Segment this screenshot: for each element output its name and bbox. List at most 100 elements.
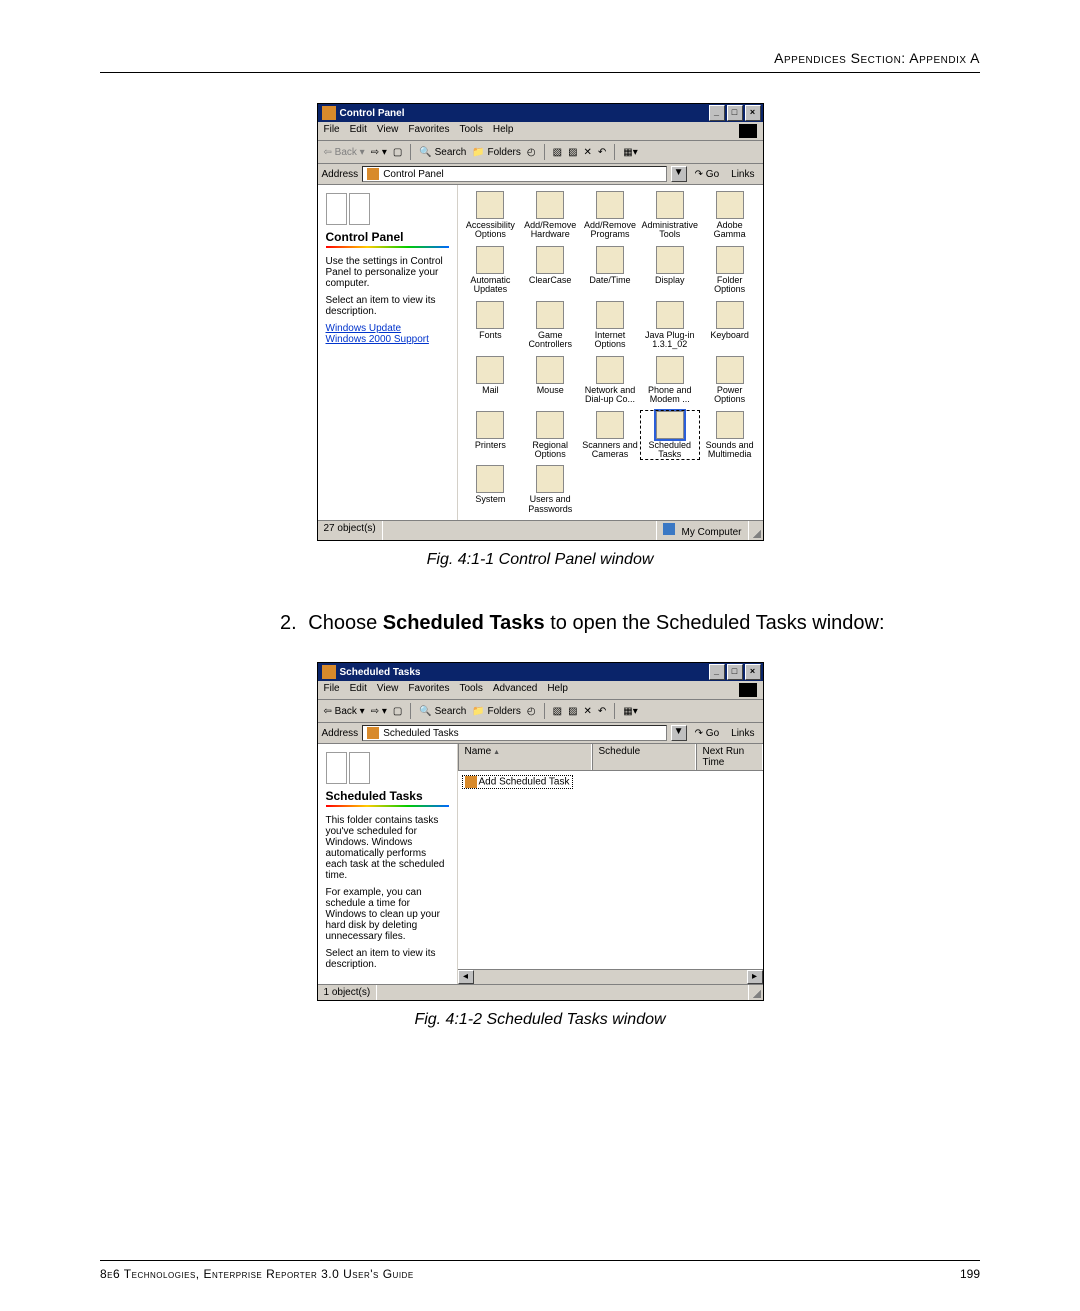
scroll-left-button[interactable]: ◂ (458, 970, 474, 984)
cp-item-adobe-gamma[interactable]: Adobe Gamma (701, 191, 759, 240)
info-pane-underline (326, 246, 449, 248)
folders-button[interactable]: 📁 Folders (472, 147, 521, 158)
menu-advanced[interactable]: Advanced (493, 683, 537, 697)
titlebar[interactable]: Control Panel _ □ × (318, 104, 763, 122)
cp-item-users-and-passwords[interactable]: Users and Passwords (521, 465, 579, 514)
undo-button[interactable]: ↶ (598, 147, 606, 158)
resize-grip[interactable] (749, 521, 763, 540)
up-button[interactable]: ▢ (393, 706, 402, 717)
back-button[interactable]: ⇦ Back ▾ (324, 147, 365, 158)
back-button[interactable]: ⇦ Back ▾ (324, 706, 365, 717)
link-windows-2000-support[interactable]: Windows 2000 Support (326, 334, 449, 345)
cp-item-java-plug-in-1-3-1-02[interactable]: Java Plug-in 1.3.1_02 (641, 301, 699, 350)
info-pane-title: Control Panel (326, 231, 449, 244)
history-button[interactable]: ◴ (527, 147, 536, 158)
address-dropdown[interactable]: ▼ (671, 166, 687, 182)
separator (614, 144, 615, 160)
search-button[interactable]: 🔍 Search (419, 706, 466, 717)
up-button[interactable]: ▢ (393, 147, 402, 158)
cp-item-system[interactable]: System (462, 465, 520, 514)
cp-item-automatic-updates[interactable]: Automatic Updates (462, 246, 520, 295)
search-button[interactable]: 🔍 Search (419, 147, 466, 158)
delete-button[interactable]: ✕ (584, 706, 592, 717)
col-name[interactable]: Name (458, 744, 592, 770)
cp-item-phone-and-modem[interactable]: Phone and Modem ... (641, 356, 699, 405)
resize-grip[interactable] (749, 985, 763, 1000)
cp-item-icon (656, 191, 684, 219)
cp-item-icon (536, 301, 564, 329)
cp-item-game-controllers[interactable]: Game Controllers (521, 301, 579, 350)
forward-button[interactable]: ⇨ ▾ (371, 706, 387, 717)
separator (544, 144, 545, 160)
col-schedule[interactable]: Schedule (592, 744, 696, 770)
folders-button[interactable]: 📁 Folders (472, 706, 521, 717)
cp-item-label: Users and Passwords (521, 495, 579, 514)
cp-item-mail[interactable]: Mail (462, 356, 520, 405)
cp-item-sounds-and-multimedia[interactable]: Sounds and Multimedia (701, 411, 759, 460)
menu-view[interactable]: View (377, 124, 399, 138)
cp-item-date-time[interactable]: Date/Time (581, 246, 639, 295)
copy-to-button[interactable]: ▨ (568, 706, 577, 717)
delete-button[interactable]: ✕ (584, 147, 592, 158)
menu-edit[interactable]: Edit (350, 124, 367, 138)
cp-item-network-and-dial-up-co[interactable]: Network and Dial-up Co... (581, 356, 639, 405)
cp-item-keyboard[interactable]: Keyboard (701, 301, 759, 350)
menu-file[interactable]: File (324, 683, 340, 697)
cp-item-internet-options[interactable]: Internet Options (581, 301, 639, 350)
forward-button[interactable]: ⇨ ▾ (371, 147, 387, 158)
minimize-button[interactable]: _ (709, 664, 725, 680)
links-label[interactable]: Links (727, 728, 758, 739)
cp-item-display[interactable]: Display (641, 246, 699, 295)
add-scheduled-task[interactable]: Add Scheduled Task (462, 775, 573, 789)
cp-item-add-remove-hardware[interactable]: Add/Remove Hardware (521, 191, 579, 240)
maximize-button[interactable]: □ (727, 664, 743, 680)
menu-tools[interactable]: Tools (459, 124, 482, 138)
cp-item-add-remove-programs[interactable]: Add/Remove Programs (581, 191, 639, 240)
cp-item-clearcase[interactable]: ClearCase (521, 246, 579, 295)
maximize-button[interactable]: □ (727, 105, 743, 121)
menu-edit[interactable]: Edit (350, 683, 367, 697)
cp-item-label: Add/Remove Hardware (521, 221, 579, 240)
cp-item-scanners-and-cameras[interactable]: Scanners and Cameras (581, 411, 639, 460)
cp-item-power-options[interactable]: Power Options (701, 356, 759, 405)
go-button[interactable]: ↷ Go (691, 728, 724, 739)
menu-view[interactable]: View (377, 683, 399, 697)
titlebar[interactable]: Scheduled Tasks _ □ × (318, 663, 763, 681)
go-button[interactable]: ↷ Go (691, 169, 724, 180)
col-nextrun[interactable]: Next Run Time (696, 744, 763, 770)
address-dropdown[interactable]: ▼ (671, 725, 687, 741)
link-windows-update[interactable]: Windows Update (326, 323, 449, 334)
copy-to-button[interactable]: ▨ (568, 147, 577, 158)
links-label[interactable]: Links (727, 169, 758, 180)
scroll-right-button[interactable]: ▸ (747, 970, 763, 984)
cp-item-printers[interactable]: Printers (462, 411, 520, 460)
cp-item-administrative-tools[interactable]: Administrative Tools (641, 191, 699, 240)
history-button[interactable]: ◴ (527, 706, 536, 717)
menu-tools[interactable]: Tools (459, 683, 482, 697)
minimize-button[interactable]: _ (709, 105, 725, 121)
close-button[interactable]: × (745, 664, 761, 680)
move-to-button[interactable]: ▧ (553, 147, 562, 158)
views-button[interactable]: ▦▾ (623, 706, 637, 717)
cp-item-mouse[interactable]: Mouse (521, 356, 579, 405)
menu-help[interactable]: Help (493, 124, 514, 138)
menu-favorites[interactable]: Favorites (408, 683, 449, 697)
cp-item-fonts[interactable]: Fonts (462, 301, 520, 350)
cp-item-scheduled-tasks[interactable]: Scheduled Tasks (641, 411, 699, 460)
views-button[interactable]: ▦▾ (623, 147, 637, 158)
menu-help[interactable]: Help (547, 683, 568, 697)
cp-item-regional-options[interactable]: Regional Options (521, 411, 579, 460)
move-to-button[interactable]: ▧ (553, 706, 562, 717)
menu-favorites[interactable]: Favorites (408, 124, 449, 138)
undo-button[interactable]: ↶ (598, 706, 606, 717)
address-field[interactable]: Scheduled Tasks (362, 725, 666, 741)
menu-file[interactable]: File (324, 124, 340, 138)
cp-item-folder-options[interactable]: Folder Options (701, 246, 759, 295)
task-icon (465, 776, 477, 788)
cp-item-accessibility-options[interactable]: Accessibility Options (462, 191, 520, 240)
horizontal-scrollbar[interactable]: ◂ ▸ (458, 969, 763, 984)
close-button[interactable]: × (745, 105, 761, 121)
address-field[interactable]: Control Panel (362, 166, 666, 182)
cp-item-label: Game Controllers (521, 331, 579, 350)
cp-item-icon (476, 191, 504, 219)
